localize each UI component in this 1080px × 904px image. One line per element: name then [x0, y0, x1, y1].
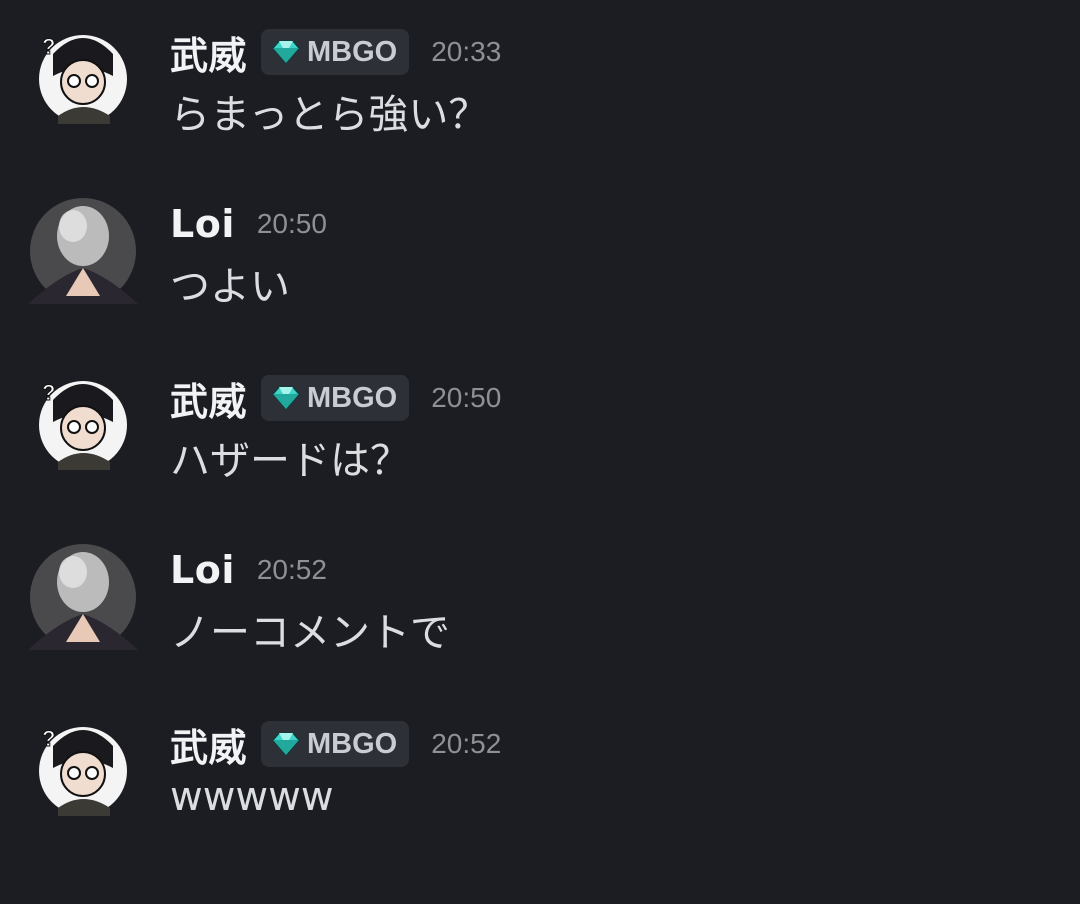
cartoon-character-avatar[interactable]: ?: [28, 716, 138, 826]
svg-text:?: ?: [42, 380, 55, 405]
author-name[interactable]: Loi: [170, 548, 235, 592]
timestamp[interactable]: 20:52: [431, 728, 501, 760]
message-text: らまっとら強い？: [170, 92, 489, 138]
tag-label: MBGO: [307, 381, 398, 414]
message-header: 武威 MBGO 20:52: [170, 716, 501, 772]
timestamp[interactable]: 20:52: [257, 554, 327, 586]
message-text: ハザードは？: [170, 438, 410, 484]
chat-message: ? 武威 MBGO 20:52 wwwww: [0, 716, 1080, 866]
svg-text:?: ?: [42, 34, 55, 59]
chat-message-list: ? 武威 MBGO 20:33 らまっとら強い？ Loi 20:50 つよい ?…: [0, 0, 1080, 904]
chat-message: Loi 20:52 ノーコメントで: [0, 542, 1080, 692]
server-tag-badge[interactable]: MBGO: [261, 375, 410, 421]
svg-text:?: ?: [42, 726, 55, 751]
message-header: Loi 20:52: [170, 542, 327, 598]
smoke-figure-avatar[interactable]: [28, 196, 138, 306]
author-name[interactable]: 武威: [170, 25, 247, 80]
author-name[interactable]: Loi: [170, 202, 235, 246]
chat-message: ? 武威 MBGO 20:33 らまっとら強い？: [0, 24, 1080, 174]
chat-message: ? 武威 MBGO 20:50 ハザードは？: [0, 370, 1080, 520]
timestamp[interactable]: 20:50: [431, 382, 501, 414]
message-text: wwwww: [170, 774, 334, 820]
message-text: つよい: [170, 264, 290, 310]
server-tag-badge[interactable]: MBGO: [261, 29, 410, 75]
cartoon-character-avatar[interactable]: ?: [28, 24, 138, 134]
message-header: Loi 20:50: [170, 196, 327, 252]
diamond-icon: [271, 731, 301, 757]
author-name[interactable]: 武威: [170, 717, 247, 772]
message-header: 武威 MBGO 20:50: [170, 370, 501, 426]
diamond-icon: [271, 385, 301, 411]
author-name[interactable]: 武威: [170, 371, 247, 426]
chat-message: Loi 20:50 つよい: [0, 196, 1080, 346]
timestamp[interactable]: 20:33: [431, 36, 501, 68]
smoke-figure-avatar[interactable]: [28, 542, 138, 652]
server-tag-badge[interactable]: MBGO: [261, 721, 410, 767]
timestamp[interactable]: 20:50: [257, 208, 327, 240]
diamond-icon: [271, 39, 301, 65]
message-text: ノーコメントで: [170, 610, 450, 656]
cartoon-character-avatar[interactable]: ?: [28, 370, 138, 480]
tag-label: MBGO: [307, 727, 398, 760]
message-header: 武威 MBGO 20:33: [170, 24, 501, 80]
tag-label: MBGO: [307, 35, 398, 68]
